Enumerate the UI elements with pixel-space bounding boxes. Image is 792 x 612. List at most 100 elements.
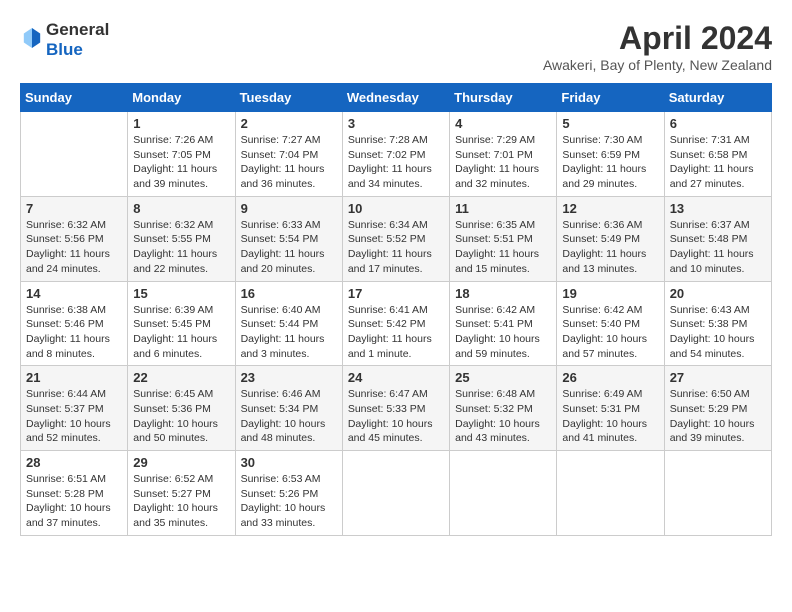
day-number: 23 bbox=[241, 370, 337, 385]
day-number: 1 bbox=[133, 116, 229, 131]
calendar-cell: 14 Sunrise: 6:38 AMSunset: 5:46 PMDayligh… bbox=[21, 281, 128, 366]
day-number: 16 bbox=[241, 286, 337, 301]
day-info: Sunrise: 6:48 AMSunset: 5:32 PMDaylight:… bbox=[455, 387, 551, 446]
calendar-cell: 24 Sunrise: 6:47 AMSunset: 5:33 PMDayligh… bbox=[342, 366, 449, 451]
day-info: Sunrise: 6:50 AMSunset: 5:29 PMDaylight:… bbox=[670, 387, 766, 446]
day-number: 5 bbox=[562, 116, 658, 131]
calendar-cell: 23 Sunrise: 6:46 AMSunset: 5:34 PMDayligh… bbox=[235, 366, 342, 451]
day-info: Sunrise: 7:31 AMSunset: 6:58 PMDaylight:… bbox=[670, 133, 766, 192]
day-info: Sunrise: 7:27 AMSunset: 7:04 PMDaylight:… bbox=[241, 133, 337, 192]
calendar-cell: 26 Sunrise: 6:49 AMSunset: 5:31 PMDayligh… bbox=[557, 366, 664, 451]
calendar-week-row: 14 Sunrise: 6:38 AMSunset: 5:46 PMDayligh… bbox=[21, 281, 772, 366]
calendar-cell: 17 Sunrise: 6:41 AMSunset: 5:42 PMDayligh… bbox=[342, 281, 449, 366]
calendar-cell bbox=[342, 451, 449, 536]
calendar-cell bbox=[21, 112, 128, 197]
day-info: Sunrise: 6:47 AMSunset: 5:33 PMDaylight:… bbox=[348, 387, 444, 446]
calendar-cell: 10 Sunrise: 6:34 AMSunset: 5:52 PMDayligh… bbox=[342, 196, 449, 281]
day-number: 13 bbox=[670, 201, 766, 216]
day-number: 2 bbox=[241, 116, 337, 131]
calendar-cell: 12 Sunrise: 6:36 AMSunset: 5:49 PMDayligh… bbox=[557, 196, 664, 281]
day-number: 11 bbox=[455, 201, 551, 216]
day-info: Sunrise: 7:28 AMSunset: 7:02 PMDaylight:… bbox=[348, 133, 444, 192]
weekday-header-wednesday: Wednesday bbox=[342, 84, 449, 112]
logo: General Blue bbox=[20, 20, 109, 60]
calendar-header-row: SundayMondayTuesdayWednesdayThursdayFrid… bbox=[21, 84, 772, 112]
calendar-cell: 4 Sunrise: 7:29 AMSunset: 7:01 PMDaylight… bbox=[450, 112, 557, 197]
logo-line1: General bbox=[46, 20, 109, 40]
calendar-cell: 13 Sunrise: 6:37 AMSunset: 5:48 PMDayligh… bbox=[664, 196, 771, 281]
day-info: Sunrise: 6:52 AMSunset: 5:27 PMDaylight:… bbox=[133, 472, 229, 531]
calendar-cell: 18Sunrise: 6:42 AMSunset: 5:41 PMDayligh… bbox=[450, 281, 557, 366]
calendar-cell: 3 Sunrise: 7:28 AMSunset: 7:02 PMDaylight… bbox=[342, 112, 449, 197]
day-number: 25 bbox=[455, 370, 551, 385]
day-info: Sunrise: 6:42 AMSunset: 5:41 PMDaylight:… bbox=[455, 303, 551, 362]
calendar-week-row: 1 Sunrise: 7:26 AMSunset: 7:05 PMDaylight… bbox=[21, 112, 772, 197]
calendar-cell: 9 Sunrise: 6:33 AMSunset: 5:54 PMDaylight… bbox=[235, 196, 342, 281]
day-info: Sunrise: 6:53 AMSunset: 5:26 PMDaylight:… bbox=[241, 472, 337, 531]
logo-icon bbox=[22, 26, 42, 50]
title-section: April 2024 Awakeri, Bay of Plenty, New Z… bbox=[543, 20, 772, 73]
day-number: 10 bbox=[348, 201, 444, 216]
calendar-week-row: 28 Sunrise: 6:51 AMSunset: 5:28 PMDayligh… bbox=[21, 451, 772, 536]
day-number: 9 bbox=[241, 201, 337, 216]
day-info: Sunrise: 6:42 AMSunset: 5:40 PMDaylight:… bbox=[562, 303, 658, 362]
day-info: Sunrise: 6:43 AMSunset: 5:38 PMDaylight:… bbox=[670, 303, 766, 362]
day-number: 30 bbox=[241, 455, 337, 470]
day-number: 3 bbox=[348, 116, 444, 131]
day-info: Sunrise: 6:38 AMSunset: 5:46 PMDaylight:… bbox=[26, 303, 122, 362]
day-info: Sunrise: 6:49 AMSunset: 5:31 PMDaylight:… bbox=[562, 387, 658, 446]
day-info: Sunrise: 7:26 AMSunset: 7:05 PMDaylight:… bbox=[133, 133, 229, 192]
day-info: Sunrise: 7:30 AMSunset: 6:59 PMDaylight:… bbox=[562, 133, 658, 192]
calendar-cell: 20 Sunrise: 6:43 AMSunset: 5:38 PMDayligh… bbox=[664, 281, 771, 366]
calendar-cell: 30 Sunrise: 6:53 AMSunset: 5:26 PMDayligh… bbox=[235, 451, 342, 536]
day-number: 22 bbox=[133, 370, 229, 385]
day-number: 4 bbox=[455, 116, 551, 131]
calendar-cell: 28 Sunrise: 6:51 AMSunset: 5:28 PMDayligh… bbox=[21, 451, 128, 536]
day-info: Sunrise: 6:44 AMSunset: 5:37 PMDaylight:… bbox=[26, 387, 122, 446]
day-info: Sunrise: 6:32 AMSunset: 5:55 PMDaylight:… bbox=[133, 218, 229, 277]
day-number: 20 bbox=[670, 286, 766, 301]
calendar-cell: 21Sunrise: 6:44 AMSunset: 5:37 PMDayligh… bbox=[21, 366, 128, 451]
day-number: 14 bbox=[26, 286, 122, 301]
day-info: Sunrise: 6:37 AMSunset: 5:48 PMDaylight:… bbox=[670, 218, 766, 277]
day-number: 6 bbox=[670, 116, 766, 131]
month-title: April 2024 bbox=[543, 20, 772, 57]
calendar-cell: 16Sunrise: 6:40 AMSunset: 5:44 PMDayligh… bbox=[235, 281, 342, 366]
calendar-cell: 8 Sunrise: 6:32 AMSunset: 5:55 PMDaylight… bbox=[128, 196, 235, 281]
calendar-week-row: 21Sunrise: 6:44 AMSunset: 5:37 PMDayligh… bbox=[21, 366, 772, 451]
calendar-cell: 19 Sunrise: 6:42 AMSunset: 5:40 PMDayligh… bbox=[557, 281, 664, 366]
day-number: 19 bbox=[562, 286, 658, 301]
weekday-header-saturday: Saturday bbox=[664, 84, 771, 112]
day-number: 12 bbox=[562, 201, 658, 216]
weekday-header-friday: Friday bbox=[557, 84, 664, 112]
day-info: Sunrise: 7:29 AMSunset: 7:01 PMDaylight:… bbox=[455, 133, 551, 192]
day-number: 26 bbox=[562, 370, 658, 385]
day-number: 8 bbox=[133, 201, 229, 216]
calendar-cell: 27 Sunrise: 6:50 AMSunset: 5:29 PMDayligh… bbox=[664, 366, 771, 451]
day-number: 27 bbox=[670, 370, 766, 385]
calendar-cell bbox=[664, 451, 771, 536]
calendar-cell: 2 Sunrise: 7:27 AMSunset: 7:04 PMDaylight… bbox=[235, 112, 342, 197]
logo-line2: Blue bbox=[46, 40, 109, 60]
day-info: Sunrise: 6:46 AMSunset: 5:34 PMDaylight:… bbox=[241, 387, 337, 446]
day-number: 17 bbox=[348, 286, 444, 301]
weekday-header-thursday: Thursday bbox=[450, 84, 557, 112]
calendar-cell: 5 Sunrise: 7:30 AMSunset: 6:59 PMDaylight… bbox=[557, 112, 664, 197]
day-number: 29 bbox=[133, 455, 229, 470]
day-info: Sunrise: 6:33 AMSunset: 5:54 PMDaylight:… bbox=[241, 218, 337, 277]
day-info: Sunrise: 6:35 AMSunset: 5:51 PMDaylight:… bbox=[455, 218, 551, 277]
day-number: 24 bbox=[348, 370, 444, 385]
day-info: Sunrise: 6:51 AMSunset: 5:28 PMDaylight:… bbox=[26, 472, 122, 531]
day-info: Sunrise: 6:39 AMSunset: 5:45 PMDaylight:… bbox=[133, 303, 229, 362]
location: Awakeri, Bay of Plenty, New Zealand bbox=[543, 57, 772, 73]
day-number: 28 bbox=[26, 455, 122, 470]
calendar-cell: 1 Sunrise: 7:26 AMSunset: 7:05 PMDaylight… bbox=[128, 112, 235, 197]
day-info: Sunrise: 6:32 AMSunset: 5:56 PMDaylight:… bbox=[26, 218, 122, 277]
day-info: Sunrise: 6:36 AMSunset: 5:49 PMDaylight:… bbox=[562, 218, 658, 277]
day-info: Sunrise: 6:41 AMSunset: 5:42 PMDaylight:… bbox=[348, 303, 444, 362]
day-info: Sunrise: 6:34 AMSunset: 5:52 PMDaylight:… bbox=[348, 218, 444, 277]
calendar-cell bbox=[557, 451, 664, 536]
calendar-week-row: 7Sunrise: 6:32 AMSunset: 5:56 PMDaylight… bbox=[21, 196, 772, 281]
calendar-cell bbox=[450, 451, 557, 536]
day-info: Sunrise: 6:45 AMSunset: 5:36 PMDaylight:… bbox=[133, 387, 229, 446]
